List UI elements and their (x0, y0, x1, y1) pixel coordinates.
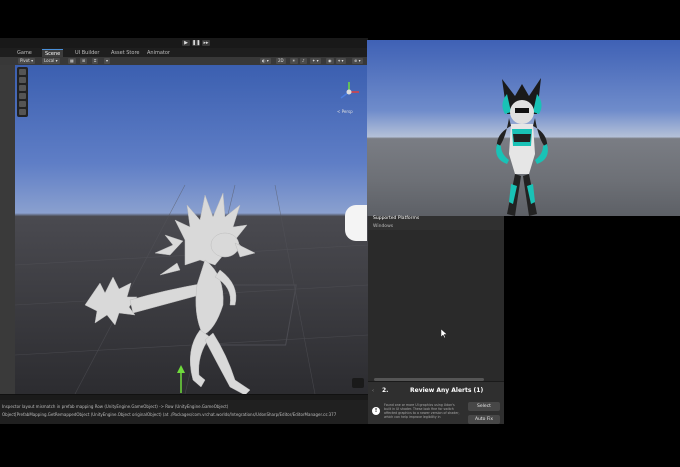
snap-settings-button[interactable]: ⊞ (80, 58, 88, 64)
view-2d-label: 2D (278, 58, 284, 63)
audio-toggle[interactable]: ♪ (300, 58, 307, 64)
builder-panel: Supported Platforms Windows ‹ 2. Review … (368, 216, 504, 424)
unity-editor-window: ▶ ❚❚ ▸▸ Game Scene UI Builder Asset Stor… (0, 38, 368, 424)
step-title: Review Any Alerts (1) (410, 387, 484, 394)
auto-fix-button[interactable]: Auto Fix (468, 415, 500, 424)
tab-label: Asset Store (111, 50, 140, 56)
alert-message: Found one or more UI graphics using Udon… (384, 403, 460, 419)
gizmos-button[interactable]: ⊕ ▾ (352, 58, 363, 64)
mouse-cursor-icon (441, 329, 447, 338)
move-gizmo-y-axis[interactable] (175, 365, 187, 393)
tab-label: UI Builder (75, 50, 100, 56)
scene-toolbar: Pivot ▾ Local ▾ ▦ ⊞ ⌗ ▾ ◐ ▾ 2D ☀ ♪ ✦ ▾ ◉… (0, 57, 368, 65)
tab-scene[interactable]: Scene (42, 49, 64, 57)
play-button[interactable]: ▶ (182, 40, 190, 46)
game-view (367, 40, 680, 216)
camera-settings-button[interactable]: ⌖ ▾ (336, 58, 346, 64)
platforms-section: Supported Platforms Windows (368, 216, 504, 230)
platform-value: Windows (373, 224, 394, 229)
review-alerts-section: ‹ 2. Review Any Alerts (1) ! Found one o… (368, 381, 504, 424)
perspective-label[interactable]: < Persp (337, 109, 353, 114)
grid-snap-button[interactable]: ▦ (68, 58, 76, 64)
info-icon: ! (372, 407, 380, 415)
step-button[interactable]: ▸▸ (202, 40, 210, 46)
creature-model[interactable] (75, 165, 275, 394)
console-panel: Inspector layout mismatch in prefab mapp… (0, 394, 368, 424)
console-line[interactable]: Inspector layout mismatch in prefab mapp… (2, 404, 366, 409)
tab-animator[interactable]: Animator (144, 49, 173, 57)
increment-snap-button[interactable]: ⌗ (92, 58, 99, 64)
select-button[interactable]: Select (468, 402, 500, 411)
console-scrollbar[interactable] (0, 395, 368, 400)
collapse-chevron-icon[interactable]: ‹ (372, 388, 374, 394)
tab-asset-store[interactable]: Asset Store (108, 49, 142, 57)
hierarchy-panel-edge (0, 65, 15, 424)
snap-toggle-button[interactable]: ▾ (104, 58, 111, 64)
tab-ui-builder[interactable]: UI Builder (72, 49, 102, 57)
view-2d-toggle[interactable]: 2D (276, 58, 286, 64)
rect-tool-icon[interactable] (19, 101, 26, 107)
tab-label: Game (17, 50, 32, 56)
tab-game[interactable]: Game (14, 49, 35, 57)
webcam-overlay-shape (345, 205, 367, 241)
effects-toggle[interactable]: ✦ ▾ (310, 58, 321, 64)
rotate-tool-icon[interactable] (19, 85, 26, 91)
tool-palette (17, 67, 28, 117)
console-line[interactable]: Object[PrefabMapping.GetRemappedObject (… (2, 412, 366, 417)
hand-tool-icon[interactable] (19, 69, 26, 75)
lighting-toggle[interactable]: ☀ (290, 58, 298, 64)
platforms-heading: Supported Platforms (373, 216, 420, 221)
pause-button[interactable]: ❚❚ (192, 40, 200, 46)
main-toolbar: ▶ ❚❚ ▸▸ (0, 38, 368, 48)
pivot-label: Pivot (20, 58, 30, 63)
scale-tool-icon[interactable] (19, 93, 26, 99)
step-number: 2. (382, 387, 389, 394)
hidden-objects-toggle[interactable]: ◉ (326, 58, 334, 64)
avatar-model (496, 78, 548, 216)
pivot-dropdown[interactable]: Pivot ▾ (18, 58, 36, 64)
draw-mode-button[interactable]: ◐ ▾ (260, 58, 271, 64)
move-tool-icon[interactable] (19, 77, 26, 83)
orientation-gizmo[interactable] (337, 80, 361, 104)
space-dropdown[interactable]: Local ▾ (42, 58, 60, 64)
tab-label: Animator (147, 50, 170, 56)
editor-tab-bar: Game Scene UI Builder Asset Store Animat… (0, 48, 368, 57)
scene-overlay-button[interactable] (352, 378, 364, 388)
transform-tool-icon[interactable] (19, 109, 26, 115)
scene-view[interactable]: < Persp (15, 65, 368, 394)
space-label: Local (44, 58, 55, 63)
